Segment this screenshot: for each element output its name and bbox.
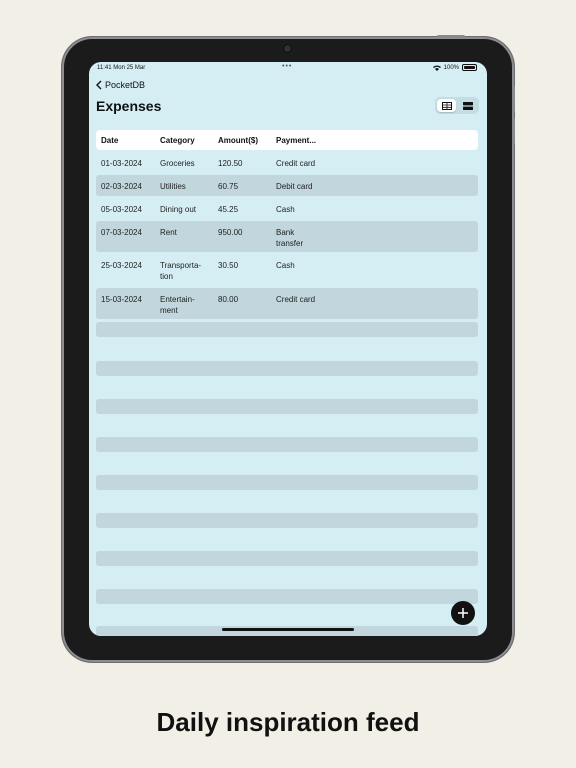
category-cell: Entertain-ment bbox=[160, 295, 195, 315]
date-cell: 25-03-2024 bbox=[101, 261, 142, 270]
date-cell: 05-03-2024 bbox=[101, 205, 142, 214]
empty-row[interactable] bbox=[96, 475, 478, 490]
category-cell: Transporta-tion bbox=[160, 261, 202, 281]
payment-cell: Cash bbox=[276, 261, 295, 270]
empty-row[interactable] bbox=[96, 551, 478, 566]
table-row[interactable]: 01-03-2024 Groceries 120.50 Credit card bbox=[96, 152, 478, 174]
table-row[interactable]: 05-03-2024 Dining out 45.25 Cash bbox=[96, 198, 478, 220]
date-cell: 15-03-2024 bbox=[101, 295, 142, 304]
expenses-table: Date Category Amount($) Payment... 01-03… bbox=[96, 130, 478, 319]
add-row-button[interactable] bbox=[451, 601, 475, 625]
empty-row[interactable] bbox=[96, 513, 478, 528]
back-label: PocketDB bbox=[105, 80, 146, 90]
amount-cell: 950.00 bbox=[218, 228, 243, 237]
back-button[interactable]: PocketDB bbox=[95, 80, 145, 90]
status-time: 11:41 bbox=[97, 65, 112, 71]
empty-row[interactable] bbox=[96, 361, 478, 376]
column-header[interactable]: Payment... bbox=[276, 136, 336, 145]
table-view-button[interactable] bbox=[437, 99, 456, 112]
column-header[interactable]: Date bbox=[101, 136, 118, 145]
power-button bbox=[437, 35, 465, 38]
volume-button bbox=[512, 86, 515, 112]
date-cell: 02-03-2024 bbox=[101, 182, 142, 191]
table-row[interactable]: 02-03-2024 Utilities 60.75 Debit card bbox=[96, 175, 478, 196]
battery-percent: 100% bbox=[443, 64, 459, 71]
view-toggle bbox=[435, 97, 479, 114]
status-bar: 11:41 Mon 25 Mar ••• 100% bbox=[89, 62, 487, 74]
page-title: Expenses bbox=[96, 98, 162, 114]
amount-cell: 80.00 bbox=[218, 295, 239, 304]
payment-cell: Cash bbox=[276, 205, 295, 214]
date-cell: 01-03-2024 bbox=[101, 159, 142, 168]
empty-row[interactable] bbox=[96, 437, 478, 452]
date-cell: 07-03-2024 bbox=[101, 228, 142, 237]
chevron-left-icon bbox=[96, 80, 102, 90]
volume-button bbox=[512, 118, 515, 144]
status-date: Mon 25 Mar bbox=[113, 65, 146, 71]
app-screen: 11:41 Mon 25 Mar ••• 100% PocketDB Expen… bbox=[89, 62, 487, 636]
column-header[interactable]: Category bbox=[160, 136, 210, 145]
table-grid-icon bbox=[441, 101, 452, 110]
table-row[interactable]: 25-03-2024 Transporta-tion 30.50 Cash bbox=[96, 254, 478, 287]
card-view-button[interactable] bbox=[458, 99, 477, 112]
category-cell: Dining out bbox=[160, 205, 197, 214]
amount-cell: 120.50 bbox=[218, 159, 243, 168]
amount-cell: 30.50 bbox=[218, 261, 239, 270]
category-cell: Groceries bbox=[160, 159, 195, 168]
battery-icon bbox=[462, 64, 477, 71]
empty-row[interactable] bbox=[96, 589, 478, 604]
payment-cell: Bank transfer bbox=[276, 228, 304, 248]
home-indicator[interactable] bbox=[222, 628, 354, 631]
category-cell: Utilities bbox=[160, 182, 186, 191]
amount-cell: 60.75 bbox=[218, 182, 239, 191]
multitasking-dots-icon[interactable]: ••• bbox=[282, 63, 292, 70]
wifi-icon bbox=[432, 65, 441, 71]
payment-cell: Credit card bbox=[276, 159, 316, 168]
payment-cell: Debit card bbox=[276, 182, 313, 191]
table-header: Date Category Amount($) Payment... bbox=[96, 130, 478, 150]
payment-cell: Credit card bbox=[276, 295, 316, 304]
front-camera bbox=[284, 45, 291, 52]
plus-icon bbox=[458, 608, 468, 618]
cards-icon bbox=[462, 101, 473, 110]
column-header[interactable]: Amount($) bbox=[218, 136, 258, 145]
category-cell: Rent bbox=[160, 228, 177, 237]
table-row[interactable]: 07-03-2024 Rent 950.00 Bank transfer bbox=[96, 221, 478, 252]
amount-cell: 45.25 bbox=[218, 205, 239, 214]
empty-row[interactable] bbox=[96, 399, 478, 414]
table-row[interactable]: 15-03-2024 Entertain-ment 80.00 Credit c… bbox=[96, 288, 478, 319]
promo-caption: Daily inspiration feed bbox=[156, 707, 420, 737]
empty-row[interactable] bbox=[96, 322, 478, 337]
